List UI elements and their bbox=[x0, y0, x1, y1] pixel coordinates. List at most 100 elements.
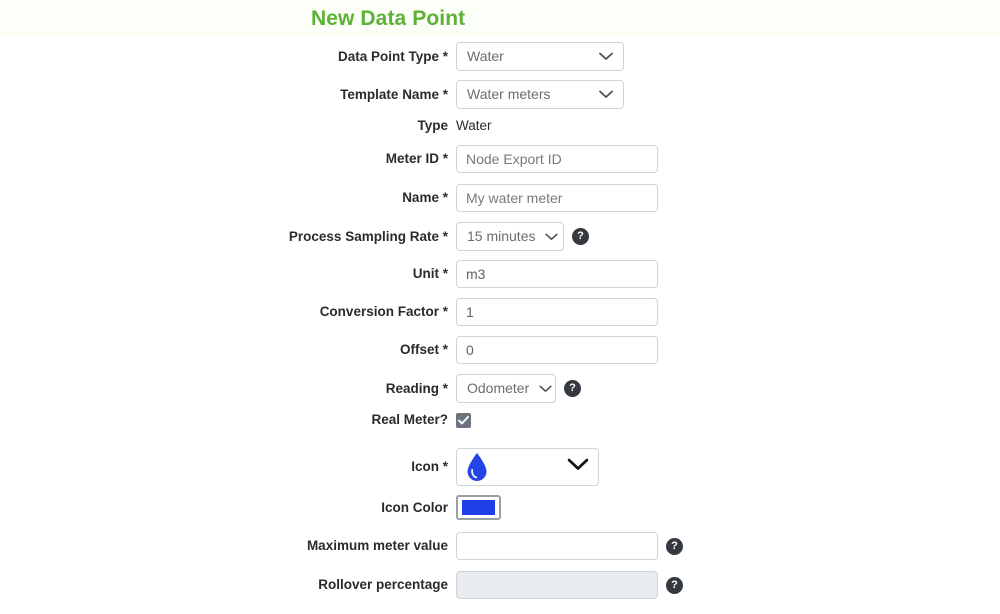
conversion-factor-input[interactable] bbox=[456, 298, 658, 326]
field-process-sampling-rate: 15 minutes ? bbox=[456, 222, 1000, 251]
row-type: Type Water bbox=[0, 118, 1000, 134]
process-sampling-rate-value: 15 minutes bbox=[467, 228, 536, 244]
chevron-down-icon bbox=[599, 86, 613, 104]
field-rollover-percentage: ? bbox=[456, 571, 1000, 599]
unit-input[interactable] bbox=[456, 260, 658, 288]
reading-value: Odometer bbox=[467, 380, 530, 396]
row-rollover-percentage: Rollover percentage ? bbox=[0, 571, 1000, 599]
page-root: New Data Point Data Point Type * Water T… bbox=[0, 0, 1000, 614]
field-offset bbox=[456, 336, 1000, 364]
chevron-down-icon bbox=[545, 228, 559, 246]
water-drop-icon bbox=[467, 453, 487, 481]
field-icon-color bbox=[456, 495, 1000, 520]
data-point-type-value: Water bbox=[467, 48, 504, 64]
row-process-sampling-rate: Process Sampling Rate * 15 minutes ? bbox=[0, 222, 1000, 251]
chevron-down-icon bbox=[567, 458, 589, 476]
label-icon-text: Icon bbox=[411, 459, 439, 474]
label-rollover-percentage: Rollover percentage bbox=[318, 577, 448, 592]
label-offset-text: Offset bbox=[399, 342, 439, 357]
label-data-point-type-text: Data Point Type bbox=[337, 48, 439, 64]
label-icon: Icon * bbox=[0, 459, 456, 475]
label-name: Name * bbox=[0, 190, 456, 206]
label-data-point-type: Data Point Type * bbox=[0, 49, 456, 65]
real-meter-checkbox[interactable] bbox=[456, 412, 471, 428]
meter-id-input[interactable] bbox=[456, 145, 658, 173]
field-conversion-factor bbox=[456, 298, 1000, 326]
name-input[interactable] bbox=[456, 184, 658, 212]
row-data-point-type: Data Point Type * Water bbox=[0, 42, 1000, 71]
row-template-name: Template Name * Water meters bbox=[0, 80, 1000, 109]
page-title: New Data Point bbox=[311, 7, 466, 30]
help-icon[interactable]: ? bbox=[564, 380, 581, 397]
field-type: Water bbox=[456, 118, 1000, 134]
field-unit bbox=[456, 260, 1000, 288]
label-meter-id: Meter ID * bbox=[0, 151, 456, 167]
label-meter-id-text: Meter ID bbox=[385, 151, 439, 166]
label-reading-text: Reading bbox=[385, 380, 439, 396]
help-icon[interactable]: ? bbox=[572, 228, 589, 245]
label-unit: Unit * bbox=[0, 266, 456, 282]
chevron-down-icon bbox=[539, 380, 552, 398]
field-name bbox=[456, 184, 1000, 212]
reading-select[interactable]: Odometer bbox=[456, 374, 556, 403]
template-name-value: Water meters bbox=[467, 86, 551, 102]
row-name: Name * bbox=[0, 184, 1000, 212]
required-marker: * bbox=[442, 304, 448, 319]
row-reading: Reading * Odometer ? bbox=[0, 374, 1000, 403]
row-conversion-factor: Conversion Factor * bbox=[0, 298, 1000, 326]
required-marker: * bbox=[442, 48, 448, 64]
rollover-percentage-input[interactable] bbox=[456, 571, 658, 599]
field-real-meter bbox=[456, 412, 1000, 428]
type-value: Water bbox=[456, 118, 492, 133]
field-meter-id bbox=[456, 145, 1000, 173]
row-real-meter: Real Meter? bbox=[0, 412, 1000, 428]
help-icon[interactable]: ? bbox=[666, 576, 683, 594]
field-data-point-type: Water bbox=[456, 42, 1000, 71]
label-template-name: Template Name * bbox=[0, 87, 456, 103]
icon-preview bbox=[465, 452, 557, 482]
row-maximum-meter-value: Maximum meter value ? bbox=[0, 532, 1000, 560]
row-unit: Unit * bbox=[0, 260, 1000, 288]
top-band bbox=[0, 0, 1000, 36]
field-template-name: Water meters bbox=[456, 80, 1000, 109]
new-data-point-form: Data Point Type * Water Template Name * … bbox=[0, 42, 1000, 606]
required-marker: * bbox=[442, 380, 448, 396]
icon-color-picker[interactable] bbox=[456, 495, 501, 520]
label-reading: Reading * bbox=[0, 381, 456, 397]
maximum-meter-value-input[interactable] bbox=[456, 532, 658, 560]
label-process-sampling-rate: Process Sampling Rate * bbox=[0, 229, 456, 245]
label-name-text: Name bbox=[402, 190, 439, 205]
required-marker: * bbox=[442, 342, 448, 357]
field-reading: Odometer ? bbox=[456, 374, 1000, 403]
label-icon-color: Icon Color bbox=[381, 499, 448, 515]
row-offset: Offset * bbox=[0, 336, 1000, 364]
label-conversion-factor-text: Conversion Factor bbox=[319, 304, 439, 319]
label-maximum-meter-value: Maximum meter value bbox=[306, 538, 448, 553]
template-name-select[interactable]: Water meters bbox=[456, 80, 624, 109]
process-sampling-rate-select[interactable]: 15 minutes bbox=[456, 222, 564, 251]
required-marker: * bbox=[442, 151, 448, 166]
help-icon[interactable]: ? bbox=[666, 537, 683, 555]
chevron-down-icon bbox=[599, 48, 613, 66]
label-conversion-factor: Conversion Factor * bbox=[0, 304, 456, 320]
required-marker: * bbox=[442, 190, 448, 205]
label-real-meter: Real Meter? bbox=[371, 412, 448, 427]
row-icon: Icon * bbox=[0, 448, 1000, 486]
offset-input[interactable] bbox=[456, 336, 658, 364]
field-maximum-meter-value: ? bbox=[456, 532, 1000, 560]
data-point-type-select[interactable]: Water bbox=[456, 42, 624, 71]
required-marker: * bbox=[442, 228, 448, 244]
label-offset: Offset * bbox=[0, 342, 456, 358]
label-unit-text: Unit bbox=[412, 266, 439, 281]
row-icon-color: Icon Color bbox=[0, 495, 1000, 520]
field-icon bbox=[456, 448, 1000, 486]
icon-color-fill bbox=[462, 500, 495, 515]
label-type: Type bbox=[417, 118, 448, 133]
check-icon bbox=[458, 415, 469, 424]
row-meter-id: Meter ID * bbox=[0, 145, 1000, 173]
required-marker: * bbox=[442, 266, 448, 281]
label-template-name-text: Template Name bbox=[340, 86, 439, 102]
icon-select[interactable] bbox=[456, 448, 599, 486]
required-marker: * bbox=[442, 459, 448, 474]
label-process-sampling-rate-text: Process Sampling Rate bbox=[288, 228, 439, 244]
